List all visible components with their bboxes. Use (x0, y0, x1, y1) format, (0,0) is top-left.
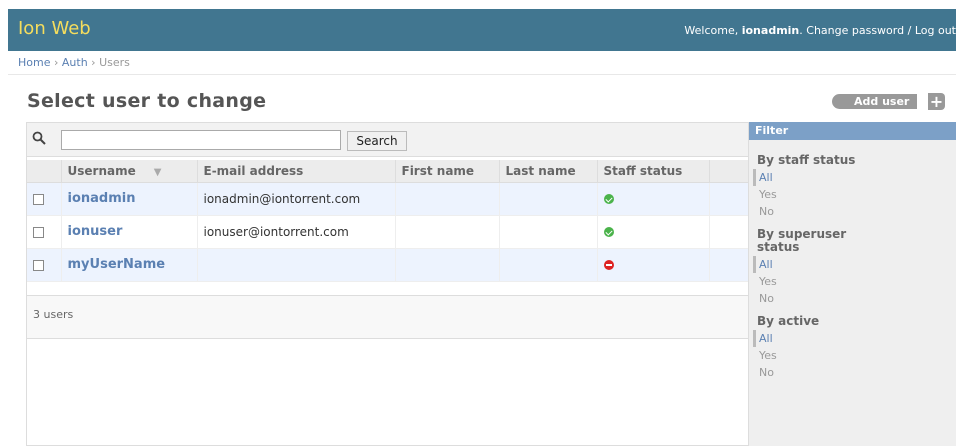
filter-option-no[interactable]: No (753, 203, 956, 220)
column-staff-status-label: Staff status (603, 163, 683, 178)
row-checkbox[interactable] (33, 193, 44, 205)
sort-desc-icon[interactable]: ▼ (154, 167, 162, 178)
email-cell (197, 248, 396, 282)
column-username-label: Username (67, 163, 136, 178)
results-table: Username ▼ E-mail address First name Last… (27, 160, 749, 282)
last-name-cell (499, 215, 598, 249)
row-checkbox[interactable] (33, 259, 44, 271)
email-cell: ionuser@iontorrent.com (197, 215, 396, 249)
user-tools: Welcome, ionadmin. Change password / Log… (684, 24, 956, 37)
table-row: myUserName (27, 248, 749, 282)
column-last-name-label: Last name (505, 163, 576, 178)
staff-status-cell (597, 182, 710, 216)
column-first-name[interactable]: First name (395, 160, 500, 183)
user-tools-separator: / (907, 24, 912, 37)
select-all-column (27, 160, 62, 183)
column-staff-status[interactable]: Staff status (597, 160, 710, 183)
username-cell: ionadmin (61, 182, 198, 216)
filter-option-no[interactable]: No (753, 364, 956, 381)
breadcrumb-separator: › (53, 56, 59, 69)
first-name-cell (395, 182, 500, 216)
check-circle-icon (603, 194, 614, 204)
username-cell: ionuser (61, 215, 198, 249)
filler-cell (709, 248, 749, 282)
filter-option-yes[interactable]: Yes (753, 273, 956, 290)
search-toolbar: Search (27, 123, 748, 157)
username-link[interactable]: ionadmin (68, 191, 136, 206)
row-checkbox-cell (27, 182, 62, 216)
staff-status-cell (597, 215, 710, 249)
filler-cell (709, 215, 749, 249)
column-email-label: E-mail address (203, 163, 304, 178)
current-username: ionadmin (741, 24, 800, 37)
breadcrumb-separator: › (91, 56, 96, 69)
first-name-cell (395, 248, 500, 282)
filter-option-no[interactable]: No (753, 290, 956, 307)
column-filler (709, 160, 749, 183)
minus-circle-icon (603, 260, 614, 270)
site-header: Ion Web Welcome, ionadmin. Change passwo… (8, 9, 956, 51)
column-email[interactable]: E-mail address (197, 160, 396, 183)
logout-link[interactable]: Log out (915, 24, 956, 37)
staff-status-cell (597, 248, 710, 282)
filter-option-all[interactable]: All (753, 256, 956, 273)
row-checkbox[interactable] (33, 226, 44, 238)
add-user-button[interactable]: Add user (832, 94, 918, 109)
filter-group-title: By active (757, 314, 820, 328)
column-username[interactable]: Username ▼ (61, 160, 198, 183)
breadcrumb: Home › Auth › Users (8, 51, 956, 75)
search-button[interactable]: Search (347, 131, 407, 151)
row-checkbox-cell (27, 248, 62, 282)
changelist: Search Username ▼ E-mail address First na… (26, 122, 749, 446)
username-link[interactable]: ionuser (68, 224, 123, 239)
column-last-name[interactable]: Last name (499, 160, 598, 183)
search-icon (32, 131, 46, 145)
email-cell: ionadmin@iontorrent.com (197, 182, 396, 216)
filter-group-title: By staff status (757, 153, 856, 167)
filter-title: Filter (749, 122, 956, 140)
filter-group-staff-status: By staff status All Yes No (749, 154, 956, 220)
site-brand[interactable]: Ion Web (18, 18, 91, 39)
change-password-link[interactable]: Change password (806, 24, 904, 37)
filter-option-all[interactable]: All (753, 169, 956, 186)
filter-option-all[interactable]: All (753, 330, 956, 347)
username-link[interactable]: myUserName (68, 257, 166, 272)
welcome-text: Welcome, (684, 24, 739, 37)
filter-option-yes[interactable]: Yes (753, 186, 956, 203)
breadcrumb-auth[interactable]: Auth (62, 56, 88, 69)
filter-option-yes[interactable]: Yes (753, 347, 956, 364)
last-name-cell (499, 248, 598, 282)
search-input[interactable] (61, 130, 341, 150)
table-row: ionadmin ionadmin@iontorrent.com (27, 182, 749, 216)
page-title: Select user to change (27, 90, 267, 112)
plus-icon[interactable]: + (928, 93, 945, 110)
filler-cell (709, 182, 749, 216)
filter-sidebar: Filter By staff status All Yes No By sup… (748, 122, 956, 446)
username-cell: myUserName (61, 248, 198, 282)
filter-group-title: By superuser status (757, 227, 847, 254)
filter-group-active: By active All Yes No (749, 315, 956, 381)
table-row: ionuser ionuser@iontorrent.com (27, 215, 749, 249)
filter-group-superuser-status: By superuser status All Yes No (749, 228, 956, 307)
breadcrumb-users: Users (99, 56, 130, 69)
breadcrumb-home[interactable]: Home (18, 56, 50, 69)
column-first-name-label: First name (401, 163, 475, 178)
paginator: 3 users (27, 295, 749, 339)
first-name-cell (395, 215, 500, 249)
last-name-cell (499, 182, 598, 216)
row-checkbox-cell (27, 215, 62, 249)
check-circle-icon (603, 227, 614, 237)
